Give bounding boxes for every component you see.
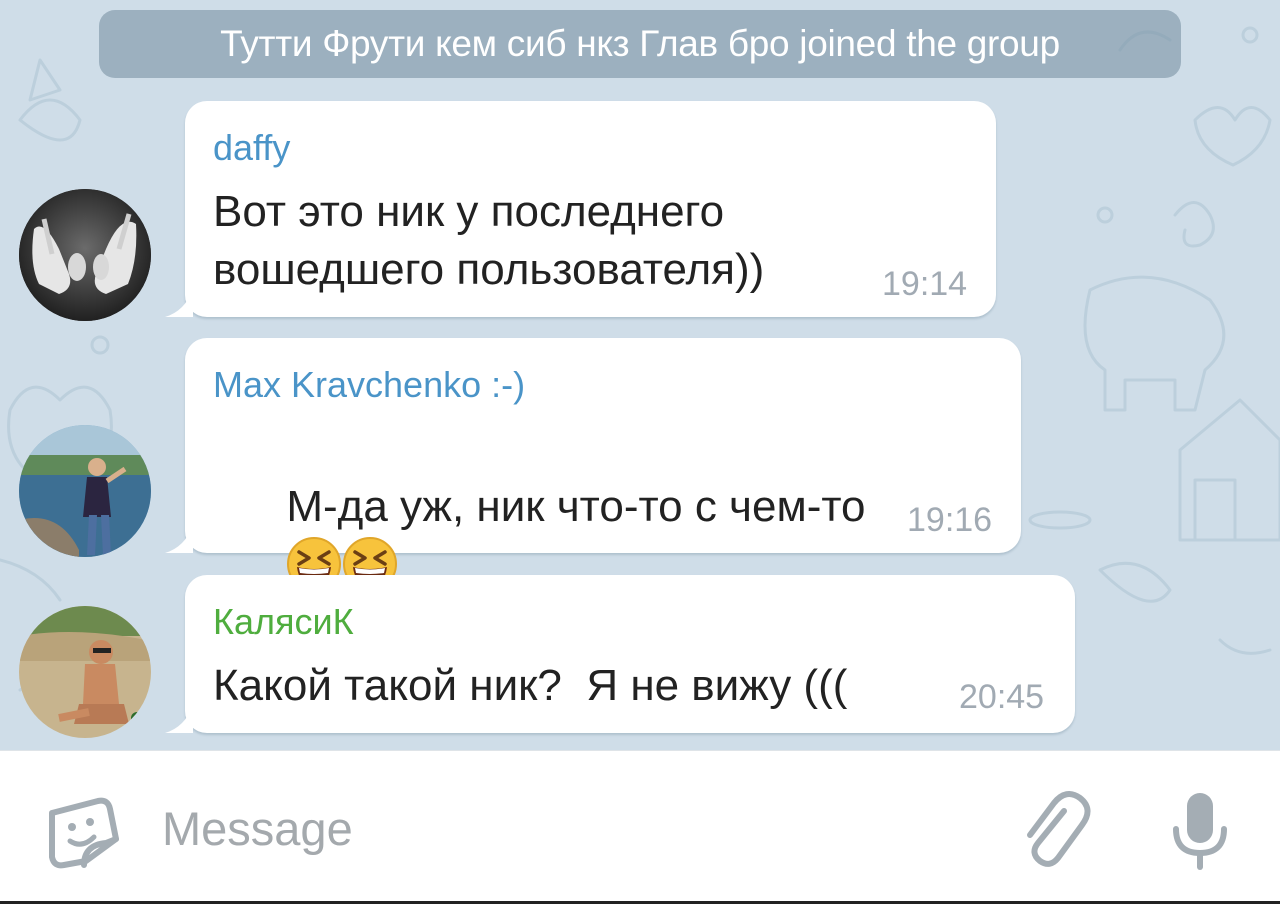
message-time: 20:45	[959, 678, 1045, 716]
sticker-icon	[49, 797, 119, 869]
service-message-joined: Тутти Фрути кем сиб нкз Глав бро joined …	[99, 10, 1181, 78]
avatar-daffy[interactable]	[19, 189, 151, 321]
message-bubble-max-kravchenko[interactable]: Max Kravchenko :-) М-да уж, ник что-то с…	[165, 338, 1021, 652]
avatar-hands-image	[19, 189, 151, 321]
avatar-person-lake-image	[19, 425, 151, 557]
message-time: 19:16	[907, 501, 993, 539]
message-composer	[0, 750, 1280, 904]
bubble-tail	[165, 705, 193, 733]
message-time: 19:14	[882, 265, 968, 303]
message-text-content: М-да уж, ник что-то с чем-то	[286, 482, 866, 531]
message-bubble-kalyasik[interactable]: КалясиК Какой такой ник? Я не вижу ((( 2…	[165, 575, 1075, 733]
avatar-kalyasik[interactable]	[19, 606, 151, 738]
message-text: Какой такой ник? Я не вижу (((	[213, 661, 848, 710]
microphone-icon	[1173, 793, 1227, 870]
sender-name[interactable]: daffy	[213, 127, 290, 169]
chat-area[interactable]: Тутти Фрути кем сиб нкз Глав бро joined …	[0, 0, 1280, 750]
sender-name[interactable]: КалясиК	[213, 601, 354, 643]
bubble-tail	[165, 289, 193, 317]
attach-icon	[1027, 791, 1091, 867]
sender-name[interactable]: Max Kravchenko :-)	[213, 364, 525, 406]
bubble-tail	[165, 525, 193, 553]
sticker-button[interactable]	[44, 791, 126, 873]
message-bubble-daffy[interactable]: daffy Вот это ник у последнего вошедшего…	[165, 101, 996, 317]
voice-record-button[interactable]	[1168, 789, 1232, 873]
attach-button[interactable]	[1020, 791, 1092, 873]
message-text: Вот это ник у последнего вошедшего польз…	[213, 187, 765, 294]
message-input[interactable]	[162, 791, 982, 865]
avatar-max-kravchenko[interactable]	[19, 425, 151, 557]
avatar-person-beach-image	[19, 606, 151, 738]
